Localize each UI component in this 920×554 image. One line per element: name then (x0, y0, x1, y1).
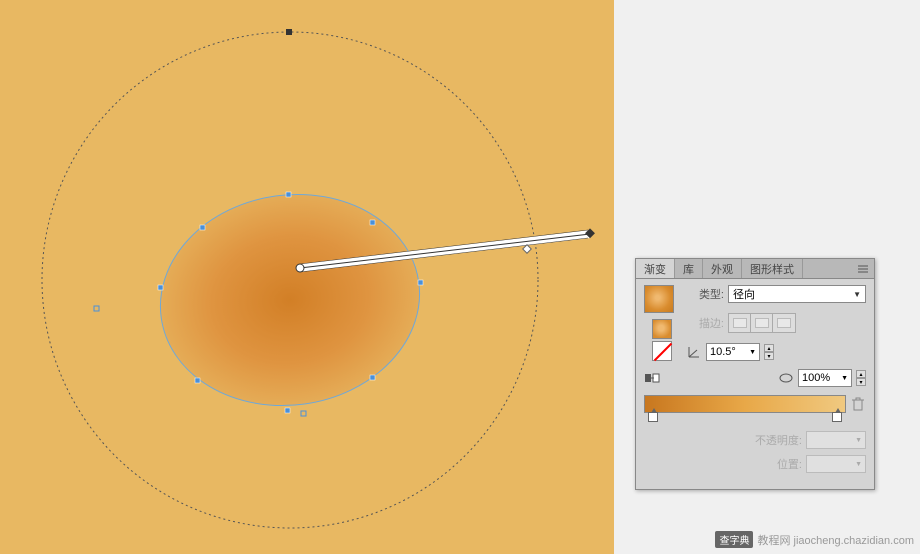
canvas-area[interactable] (0, 0, 614, 554)
watermark-logo: 查字典 (715, 531, 753, 548)
stroke-alignment-group (728, 313, 796, 333)
angle-value: 10.5° (710, 346, 736, 358)
no-fill-swatch[interactable] (652, 341, 672, 361)
opacity-input: ▼ (806, 431, 866, 449)
watermark-text: 教程网 jiaocheng.chazidian.com (757, 532, 914, 548)
tab-gradient[interactable]: 渐变 (636, 259, 675, 278)
gradient-stop-end[interactable] (832, 412, 842, 422)
location-label: 位置: (764, 456, 802, 472)
gradient-type-dropdown[interactable]: 径向 ▼ (728, 285, 866, 303)
panel-menu-icon[interactable] (856, 262, 870, 276)
anchor-point[interactable] (370, 220, 375, 225)
stroke-across-icon[interactable] (773, 314, 795, 332)
angle-icon (686, 345, 702, 359)
gradient-swatch-small[interactable] (652, 319, 672, 339)
aspect-value: 100% (802, 372, 830, 384)
trash-icon[interactable] (852, 397, 866, 411)
opacity-label: 不透明度: (755, 432, 802, 448)
type-label: 类型: (686, 286, 724, 302)
anchor-point[interactable] (285, 408, 290, 413)
bbox-handle[interactable] (94, 306, 99, 311)
location-input: ▼ (806, 455, 866, 473)
gradient-ramp[interactable] (644, 395, 846, 413)
anchor-point[interactable] (286, 192, 291, 197)
step-up-icon[interactable]: ▴ (764, 344, 774, 352)
chevron-down-icon: ▼ (855, 437, 862, 444)
anchor-point[interactable] (370, 375, 375, 380)
step-down-icon[interactable]: ▾ (764, 352, 774, 360)
anchor-point[interactable] (286, 29, 292, 35)
chevron-down-icon: ▼ (855, 461, 862, 468)
watermark: 查字典 教程网 jiaocheng.chazidian.com (715, 531, 914, 548)
angle-input[interactable]: 10.5° ▼ (706, 343, 760, 361)
gradient-panel: 渐变 库 外观 图形样式 类型: 径向 ▼ (635, 258, 875, 490)
aspect-input[interactable]: 100% ▼ (798, 369, 852, 387)
chevron-down-icon: ▼ (749, 349, 756, 356)
gradient-fill-swatch[interactable] (644, 285, 674, 313)
chevron-down-icon: ▼ (853, 290, 861, 299)
selected-shape[interactable] (147, 178, 434, 422)
stroke-within-icon[interactable] (729, 314, 751, 332)
stroke-along-icon[interactable] (751, 314, 773, 332)
anchor-point[interactable] (200, 225, 205, 230)
bbox-handle[interactable] (301, 411, 306, 416)
tab-graphic-styles[interactable]: 图形样式 (742, 259, 803, 278)
aspect-ratio-icon (778, 371, 794, 385)
chevron-down-icon: ▼ (841, 375, 848, 382)
tab-library[interactable]: 库 (675, 259, 703, 278)
tab-appearance[interactable]: 外观 (703, 259, 742, 278)
reverse-gradient-icon[interactable] (644, 371, 660, 385)
aspect-stepper[interactable]: ▴ ▾ (856, 370, 866, 386)
anchor-point[interactable] (418, 280, 423, 285)
anchor-point[interactable] (158, 285, 163, 290)
stroke-label: 描边: (686, 315, 724, 331)
anchor-point[interactable] (195, 378, 200, 383)
panel-tabs: 渐变 库 外观 图形样式 (636, 259, 874, 279)
gradient-stop-start[interactable] (648, 412, 658, 422)
type-value: 径向 (733, 286, 755, 302)
angle-stepper[interactable]: ▴ ▾ (764, 344, 774, 360)
step-down-icon[interactable]: ▾ (856, 378, 866, 386)
step-up-icon[interactable]: ▴ (856, 370, 866, 378)
